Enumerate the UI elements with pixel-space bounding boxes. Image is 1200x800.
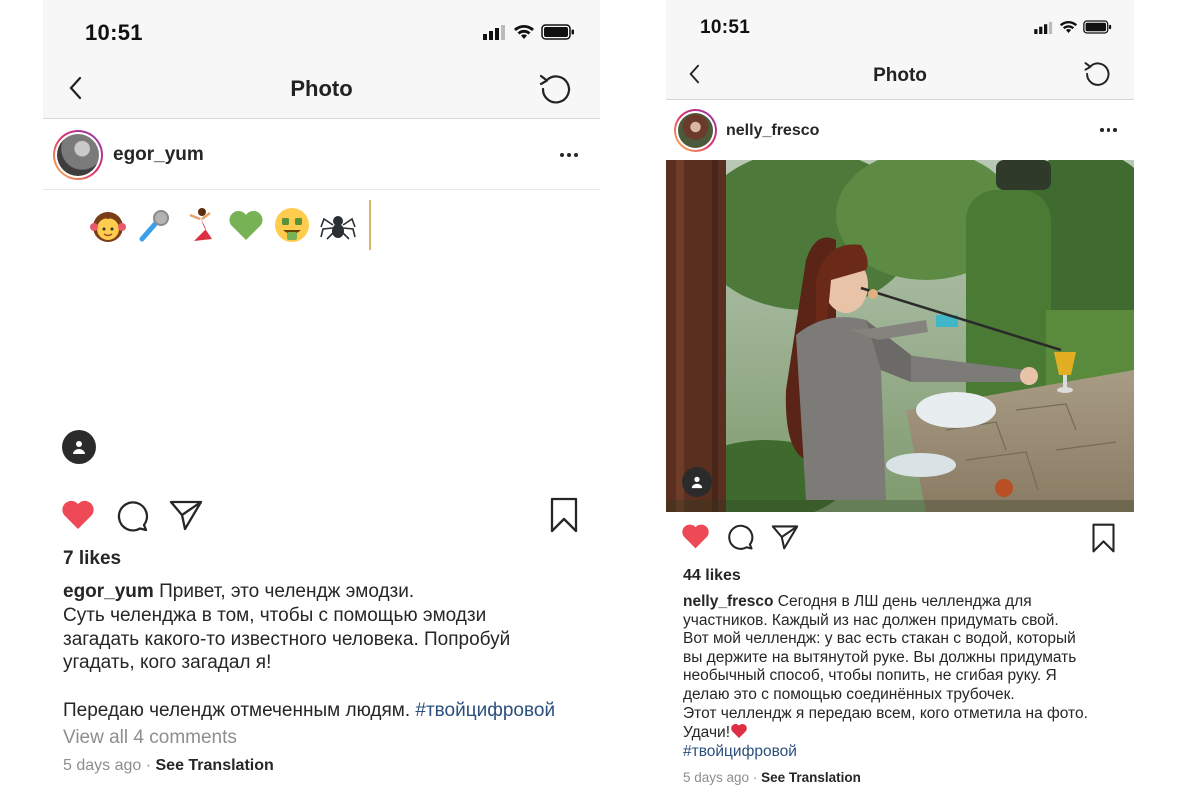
status-icons [483, 24, 575, 40]
caption-text-3: Вот мой челлендж: у вас есть стакан с во… [683, 630, 1076, 648]
caption-text-2: участников. Каждый из нас должен придума… [683, 611, 1059, 629]
money-mouth-emoji [271, 204, 313, 246]
spider-emoji [317, 204, 359, 246]
status-time: 10:51 [85, 20, 143, 45]
avatar[interactable] [53, 129, 103, 180]
tagged-people-button[interactable] [62, 430, 96, 464]
cellular-signal-icon [1034, 21, 1053, 34]
post-username[interactable]: egor_yum [113, 144, 204, 166]
post-meta: 5 days ago · See Translation [63, 757, 274, 774]
caption-text-5: необычный способ, чтобы попить, не сгиба… [683, 667, 1057, 685]
action-bar [666, 521, 1134, 557]
save-button[interactable] [549, 497, 579, 538]
heart-icon [62, 500, 94, 529]
avatar-photo [678, 113, 713, 148]
hashtag-link[interactable]: #твойцифровой [683, 743, 1131, 762]
caption-text-8: Удачи! [683, 724, 730, 742]
red-heart-emoji [731, 724, 747, 739]
post-header: egor_yum [43, 120, 600, 190]
more-options-button[interactable] [560, 153, 578, 157]
refresh-icon [1084, 62, 1110, 86]
caption-text-3: загадать какого-то известного человека. … [63, 628, 511, 650]
heart-icon [682, 524, 709, 549]
comment-button[interactable] [726, 523, 754, 556]
paper-plane-icon [169, 500, 203, 531]
comment-icon [117, 501, 149, 532]
refresh-icon [539, 74, 571, 104]
bookmark-icon [550, 497, 578, 533]
caption-text-4: угадать, кого загадал я! [63, 652, 272, 674]
post-time-ago: 5 days ago [683, 770, 750, 785]
action-bar [43, 497, 600, 537]
like-button[interactable] [61, 499, 95, 536]
likes-count[interactable]: 44 likes [683, 567, 741, 585]
share-button[interactable] [771, 524, 799, 555]
share-button[interactable] [169, 499, 203, 536]
caption-text-1: Привет, это челендж эмодзи. [159, 581, 415, 602]
caption-text-1: Сегодня в ЛШ день челленджа для [777, 593, 1032, 610]
wifi-icon [1059, 20, 1078, 34]
girl-emoji [87, 204, 129, 246]
paper-plane-icon [771, 525, 799, 550]
save-button[interactable] [1091, 523, 1116, 558]
comment-button[interactable] [115, 499, 149, 538]
like-button[interactable] [681, 523, 710, 555]
post-header: nelly_fresco [666, 101, 1134, 160]
see-translation-link[interactable]: See Translation [156, 757, 274, 774]
hashtag-link[interactable]: #твойцифровой [415, 700, 555, 721]
caption-username[interactable]: egor_yum [63, 581, 154, 602]
nav-bar: Photo [43, 60, 600, 119]
text-cursor [369, 200, 371, 250]
post-photo[interactable] [666, 160, 1134, 512]
post-meta: 5 days ago · See Translation [683, 770, 861, 785]
caption-username[interactable]: nelly_fresco [683, 593, 773, 610]
battery-icon [541, 24, 574, 40]
more-options-button[interactable] [1100, 128, 1117, 132]
caption-text-6: делаю это с помощью соединённых трубочек… [683, 685, 1015, 703]
nav-bar: Photo [666, 50, 1134, 100]
see-translation-link[interactable]: See Translation [761, 770, 861, 785]
status-icons [1034, 20, 1112, 34]
status-time: 10:51 [700, 17, 751, 38]
microphone-emoji [133, 204, 175, 246]
left-phone-screen: 10:51 Photo egor_yum 7 likes egor_yum Пр… [43, 0, 600, 800]
avatar[interactable] [674, 109, 717, 152]
tagged-people-button[interactable] [682, 467, 712, 497]
person-icon [691, 476, 703, 489]
garden-photo-image [666, 160, 1134, 512]
post-time-ago: 5 days ago [63, 757, 142, 774]
dancer-emoji [179, 204, 221, 246]
bookmark-icon [1092, 523, 1115, 553]
cellular-signal-icon [483, 25, 505, 40]
caption-text-4: вы держите на вытянутой руке. Вы должны … [683, 648, 1077, 666]
emoji-row [87, 200, 371, 250]
post-username[interactable]: nelly_fresco [726, 122, 819, 140]
likes-count[interactable]: 7 likes [63, 548, 121, 570]
green-heart-emoji [225, 204, 267, 246]
battery-icon [1083, 20, 1112, 34]
caption: egor_yum Привет, это челендж эмодзи. Сут… [63, 580, 593, 723]
person-icon [73, 441, 85, 454]
nav-title: Photo [873, 65, 927, 86]
status-bar: 10:51 [43, 0, 600, 60]
wifi-icon [514, 25, 534, 39]
caption: nelly_fresco Сегодня в ЛШ день челленджа… [683, 593, 1131, 761]
refresh-button[interactable] [1082, 58, 1112, 88]
status-bar: 10:51 [666, 0, 1134, 50]
refresh-button[interactable] [537, 70, 573, 106]
view-comments-link[interactable]: View all 4 comments [63, 727, 237, 749]
caption-text-2: Суть челенджа в том, чтобы с помощью эмо… [63, 604, 487, 626]
right-phone-screen: 10:51 Photo nelly_fresco 44 likes nelly_… [666, 0, 1134, 800]
caption-text-7: Этот челлендж я передаю всем, кого отмет… [683, 704, 1088, 722]
avatar-photo [57, 133, 99, 176]
nav-title: Photo [290, 76, 353, 101]
caption-text-5: Передаю челендж отмеченным людям. [63, 700, 411, 721]
comment-icon [728, 524, 754, 550]
